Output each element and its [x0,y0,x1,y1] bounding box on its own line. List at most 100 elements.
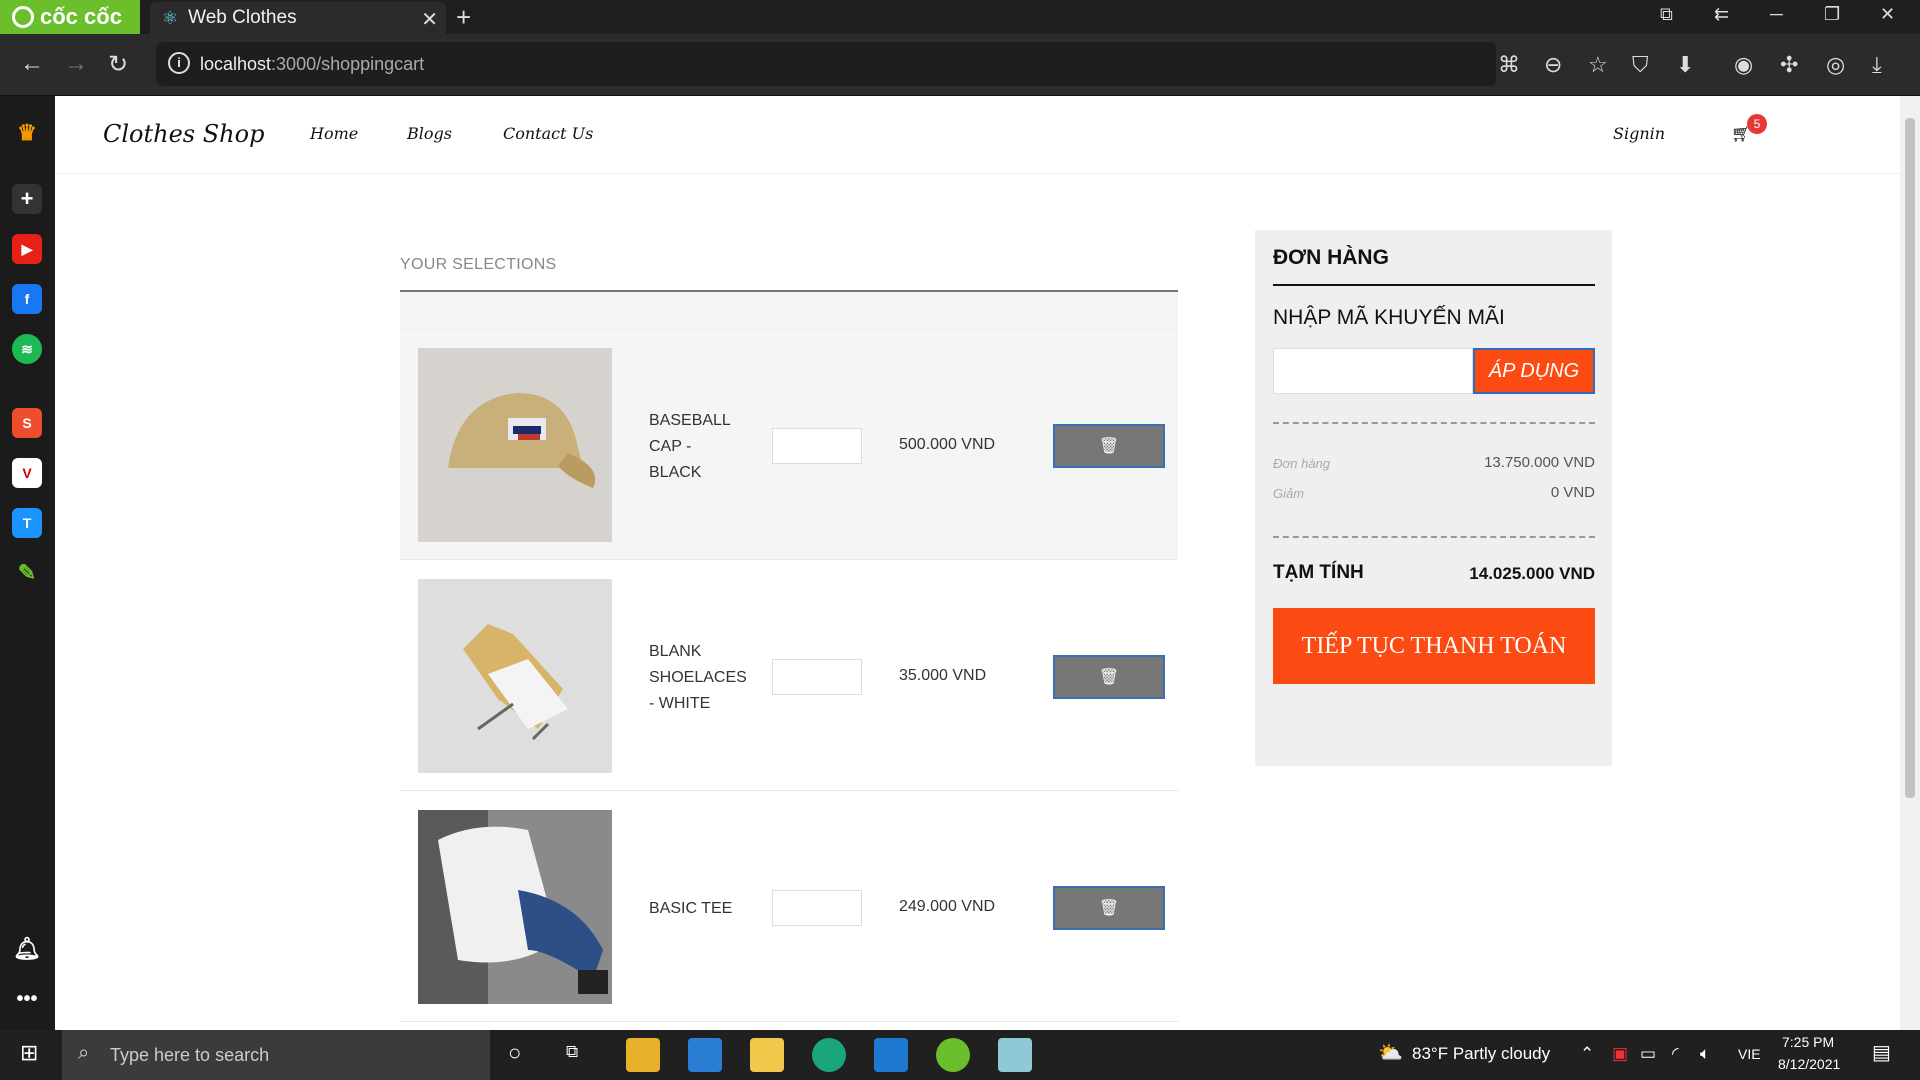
extension-color-icon[interactable]: ◉ [1734,52,1753,78]
dashed-divider [1273,536,1595,538]
youtube-icon[interactable]: ▶ [12,234,42,264]
language-indicator[interactable]: VIE [1738,1046,1761,1062]
product-name: BASIC TEE [649,900,733,917]
site-header: Clothes Shop Home Blogs Contact Us Signi… [55,96,1900,174]
reload-icon[interactable]: ↻ [108,50,128,79]
order-subtotal-value: 13.750.000 VND [1484,454,1595,471]
close-window-button[interactable]: ✕ [1880,4,1895,25]
spotify-icon[interactable]: ≋ [12,334,42,364]
downloads-icon[interactable]: ⤓ [1872,52,1882,78]
volume-icon[interactable]: 🔈︎ [1700,1044,1710,1064]
discount-value: 0 VND [1550,484,1595,501]
promo-label: NHẬP MÃ KHUYẾN MÃI [1273,306,1505,329]
order-subtotal-label: Đơn hàng [1273,456,1331,471]
edge-app-icon[interactable] [812,1038,846,1072]
shield-icon[interactable]: ⛉ [1632,52,1649,78]
browser-sidebar: ♛ + ▶ f ≋ S V T ✎ 🔔︎ ••• [0,96,55,1030]
bookmark-star-icon[interactable]: ☆ [1588,52,1608,78]
download-box-icon[interactable]: ⬇ [1676,52,1694,78]
delete-item-button[interactable]: 🗑︎ [1053,424,1165,468]
notification-bell-icon[interactable]: 🔔︎ [12,934,42,964]
page-scrollbar[interactable] [1900,96,1920,1030]
selections-header-row [400,292,1178,330]
translate-icon[interactable]: ⌘ [1498,52,1520,78]
quantity-input[interactable] [772,890,862,926]
cortana-icon[interactable]: ○ [508,1040,521,1066]
site-brand[interactable]: Clothes Shop [103,120,264,148]
taskbar-search-box[interactable]: ⌕ Type here to search [62,1030,490,1080]
browser-tab-bar: cốc cốc ⚛ Web Clothes ✕ + ⧉ ⇇ ─ ❐ ✕ [0,0,1920,34]
vtv-go-icon[interactable]: V [12,458,42,488]
url-host: localhost [200,53,272,74]
minimize-button[interactable]: ─ [1770,4,1783,25]
total-value: 14.025.000 VND [1469,564,1595,583]
task-view-icon[interactable]: ⧉ [566,1042,578,1062]
tee-image [418,810,612,1004]
zoom-out-icon[interactable]: ⊖ [1544,52,1562,78]
weather-text[interactable]: 83°F Partly cloudy [1412,1044,1550,1064]
quantity-input[interactable] [772,428,862,464]
product-image-baseball-cap[interactable] [418,348,612,542]
mail-app-icon[interactable] [688,1038,722,1072]
coccoc-app-icon[interactable] [936,1038,970,1072]
add-shortcut-icon[interactable]: + [12,184,42,214]
store-app-icon[interactable] [626,1038,660,1072]
shopee-icon[interactable]: S [12,408,42,438]
product-name: BLANK SHOELACES - WHITE [649,643,747,712]
apply-promo-button[interactable]: ÁP DỤNG [1473,348,1595,394]
tray-overflow-icon[interactable]: ⌃ [1580,1044,1594,1064]
back-arrows-icon[interactable]: ⇇ [1714,4,1729,25]
tab-web-clothes[interactable]: ⚛ Web Clothes ✕ [150,2,446,34]
promo-code-input[interactable] [1273,348,1473,394]
product-image-tee[interactable] [418,810,612,1004]
nav-contact-us[interactable]: Contact Us [503,124,593,143]
vivaldi-tray-icon[interactable]: ▣ [1612,1044,1628,1064]
forward-icon[interactable]: → [64,50,88,78]
tiki-icon[interactable]: T [12,508,42,538]
order-title-divider [1273,284,1595,286]
vscode-app-icon[interactable] [874,1038,908,1072]
discount-label: Giảm [1273,486,1305,501]
extensions-puzzle-icon[interactable]: ✣ [1780,52,1798,78]
profile-icon[interactable]: ◎ [1826,52,1845,78]
quantity-input[interactable] [772,659,862,695]
url-field[interactable]: i localhost:3000/shoppingcart [156,42,1496,86]
trash-icon: 🗑︎ [1098,900,1120,917]
scrollbar-thumb[interactable] [1905,118,1915,798]
restore-button[interactable]: ❐ [1824,4,1840,25]
screenshot-icon[interactable]: ⧉ [1660,4,1673,25]
selections-title: YOUR SELECTIONS [400,256,557,273]
url-path: :3000/shoppingcart [271,53,425,74]
checkout-button[interactable]: TIẾP TỤC THANH TOÁN [1273,608,1595,684]
cart-row: BASEBALL CAP - BLACK 500.000 VND 🗑︎ [400,330,1178,560]
crown-icon[interactable]: ♛ [12,118,42,148]
weather-icon: ⛅ [1378,1042,1403,1064]
coccoc-extension-icon[interactable]: ✎ [12,558,42,588]
product-image-shoelaces[interactable] [418,579,612,773]
network-icon[interactable]: ◜ [1672,1044,1679,1064]
action-center-icon[interactable]: ▤ [1872,1040,1891,1065]
order-summary: ĐƠN HÀNG NHẬP MÃ KHUYẾN MÃI ÁP DỤNG Đơn … [1255,230,1612,766]
search-icon: ⌕ [78,1042,90,1064]
total-label: TẠM TÍNH [1273,562,1364,583]
clock-time[interactable]: 7:25 PM [1782,1034,1834,1050]
nav-blogs[interactable]: Blogs [407,124,452,143]
delete-item-button[interactable]: 🗑︎ [1053,886,1165,930]
site-info-icon[interactable]: i [168,52,190,74]
windows-taskbar: ⊞ ⌕ Type here to search ○ ⧉ ⛅ 83°F Partl… [0,1030,1920,1080]
delete-item-button[interactable]: 🗑︎ [1053,655,1165,699]
nav-home[interactable]: Home [310,124,358,143]
more-icon[interactable]: ••• [12,984,42,1014]
back-icon[interactable]: ← [20,50,44,78]
app-icon[interactable] [998,1038,1032,1072]
battery-icon[interactable]: ▭ [1640,1044,1656,1064]
windows-start-icon[interactable]: ⊞ [20,1040,38,1066]
coccoc-menu-button[interactable]: cốc cốc [0,0,140,34]
file-explorer-icon[interactable] [750,1038,784,1072]
nav-signin[interactable]: Signin [1613,124,1665,143]
product-price: 249.000 VND [899,898,996,915]
new-tab-button[interactable]: + [456,2,471,33]
facebook-icon[interactable]: f [12,284,42,314]
close-tab-icon[interactable]: ✕ [421,7,438,32]
clock-date[interactable]: 8/12/2021 [1778,1056,1840,1072]
